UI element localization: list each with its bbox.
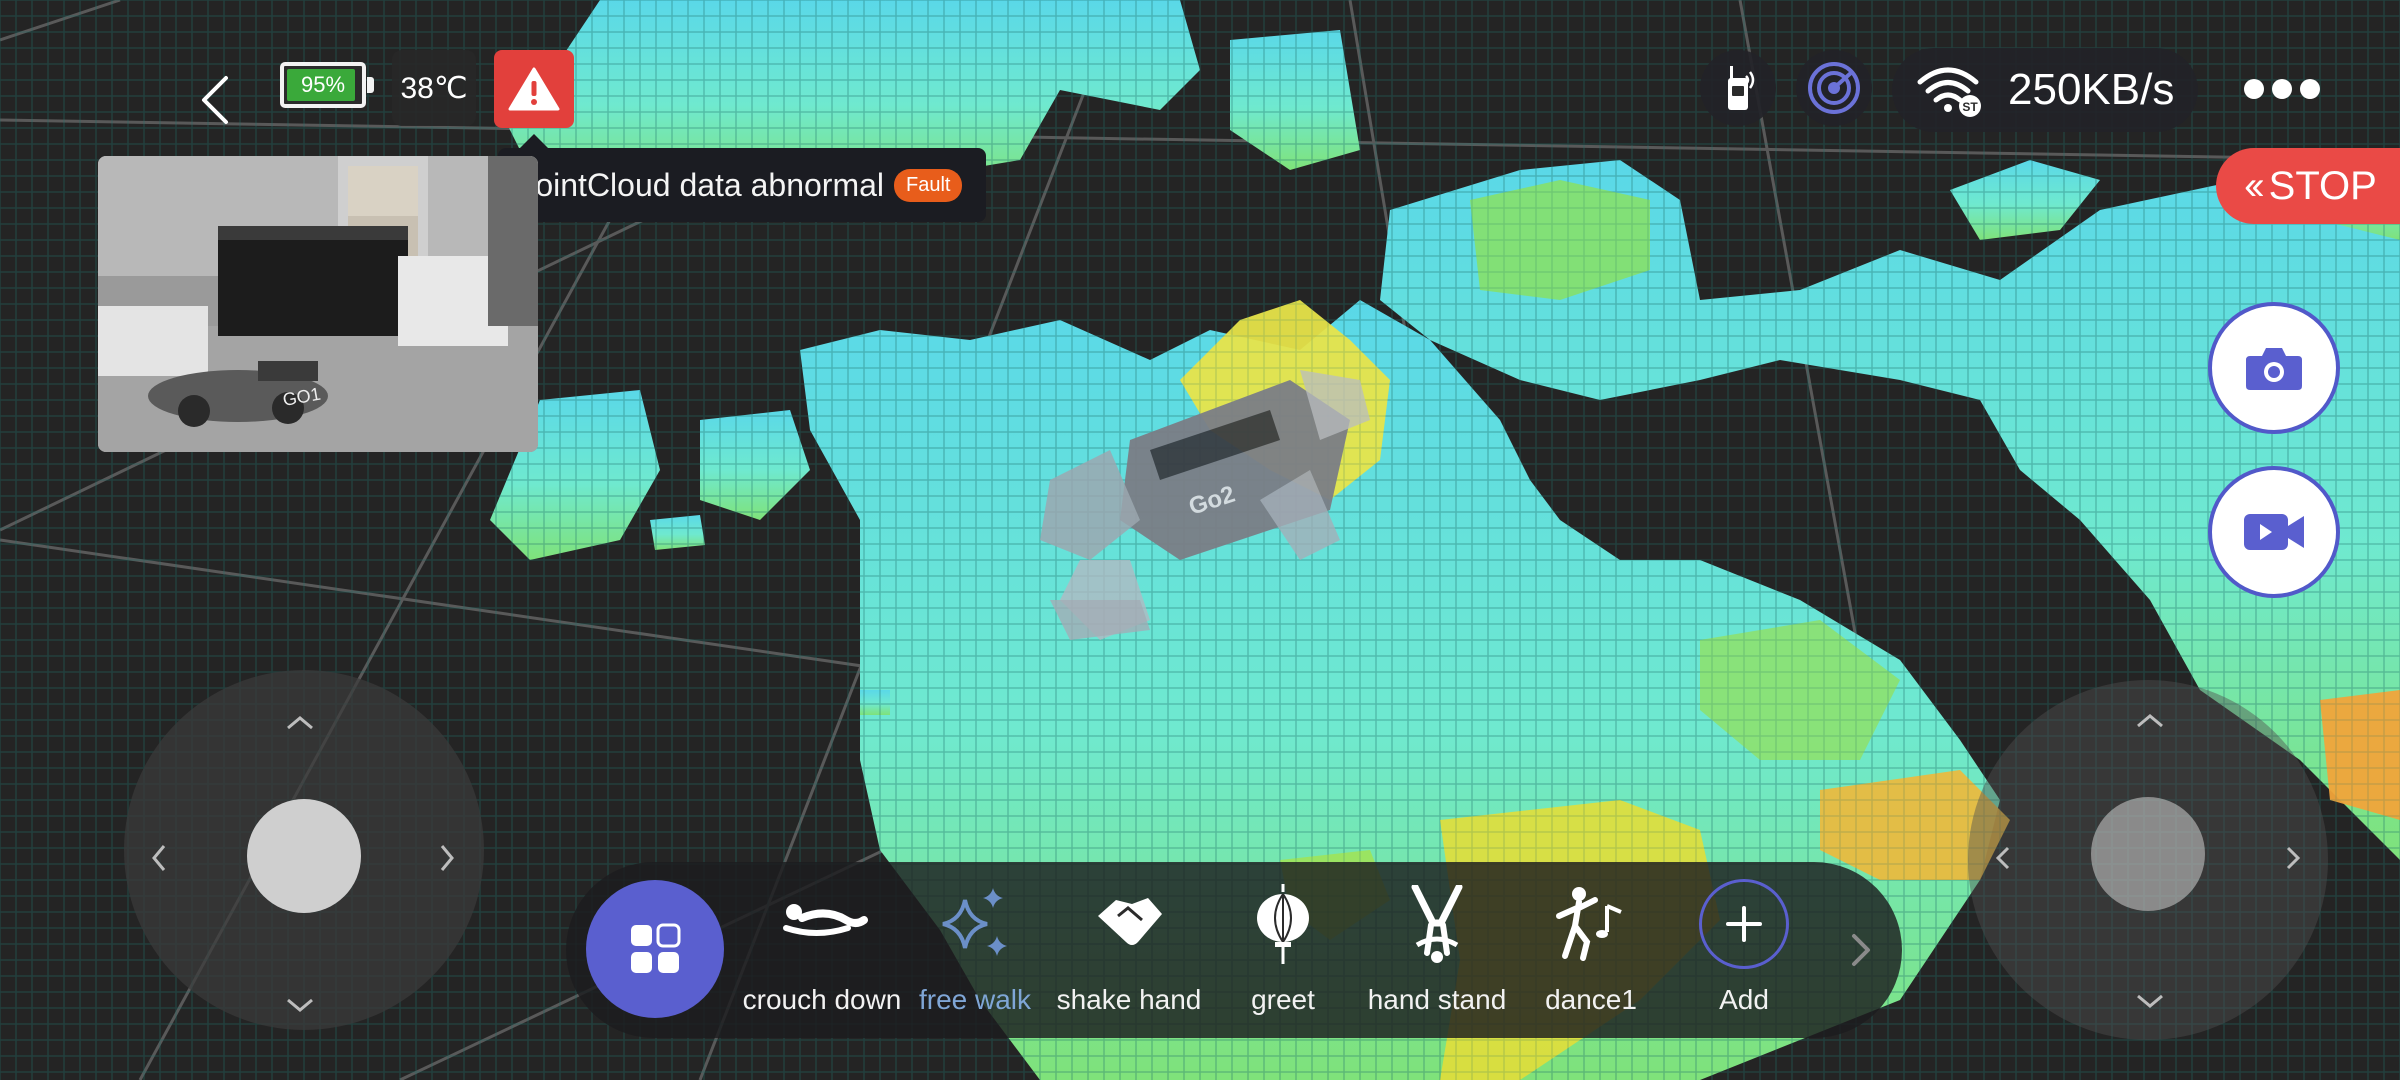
lantern-icon bbox=[1235, 884, 1331, 964]
action-dance1[interactable]: dance1 bbox=[1514, 884, 1668, 1024]
plus-icon bbox=[1699, 879, 1789, 969]
record-video-button[interactable] bbox=[2208, 466, 2340, 598]
stop-button[interactable]: ‹‹ STOP bbox=[2216, 148, 2400, 224]
handstand-icon bbox=[1389, 884, 1485, 964]
grid-apps-icon bbox=[631, 923, 681, 973]
remote-control-button[interactable] bbox=[1700, 50, 1776, 126]
camera-preview[interactable]: GO1 bbox=[98, 156, 538, 452]
action-label: free walk bbox=[918, 984, 1032, 1015]
stop-label: STOP bbox=[2268, 163, 2377, 208]
joystick-arrows-icon bbox=[152, 716, 454, 1012]
fault-badge: Fault bbox=[894, 168, 963, 202]
battery-indicator: 95% bbox=[280, 62, 374, 108]
right-joystick[interactable] bbox=[1968, 680, 2328, 1040]
dance-icon bbox=[1543, 884, 1639, 964]
take-photo-button[interactable] bbox=[2208, 302, 2340, 434]
temperature-readout: 38℃ bbox=[392, 50, 476, 126]
more-dot bbox=[2272, 79, 2292, 99]
crouch-icon bbox=[774, 884, 870, 964]
network-speed: 250KB/s bbox=[2008, 65, 2175, 114]
more-options-button[interactable] bbox=[2244, 72, 2324, 106]
handshake-icon bbox=[1081, 884, 1177, 964]
camera-feed-image: GO1 bbox=[98, 156, 538, 452]
network-status[interactable]: ST 250KB/s bbox=[1892, 48, 2198, 132]
action-shake-hand[interactable]: shake hand bbox=[1052, 884, 1206, 1024]
video-camera-icon bbox=[2244, 514, 2304, 550]
back-button[interactable] bbox=[196, 72, 236, 128]
action-greet[interactable]: greet bbox=[1206, 884, 1360, 1024]
action-label: hand stand bbox=[1367, 984, 1507, 1015]
radar-icon bbox=[1808, 62, 1860, 114]
warning-icon bbox=[508, 67, 560, 111]
walkie-talkie-icon bbox=[1728, 66, 1755, 110]
double-chevron-left-icon: ‹‹ bbox=[2244, 163, 2264, 208]
battery-percent: 95% bbox=[300, 72, 346, 97]
action-label: greet bbox=[1251, 984, 1315, 1015]
add-action-button[interactable] bbox=[1696, 879, 1792, 969]
more-dot bbox=[2300, 79, 2320, 99]
alert-message: PointCloud data abnormal bbox=[514, 166, 885, 203]
wifi-icon: ST bbox=[1917, 67, 1981, 117]
action-hand-stand[interactable]: hand stand bbox=[1360, 884, 1514, 1024]
action-label: crouch down bbox=[742, 984, 902, 1015]
action-crouch-down[interactable]: crouch down bbox=[742, 884, 902, 1024]
wifi-badge: ST bbox=[1962, 100, 1978, 114]
battery-nub bbox=[367, 77, 374, 93]
alert-tooltip: PointCloud data abnormal Fault bbox=[498, 134, 986, 222]
action-add[interactable]: Add bbox=[1667, 879, 1821, 1024]
warning-button[interactable] bbox=[494, 50, 574, 128]
radar-button[interactable] bbox=[1796, 50, 1872, 126]
sparkle-icon bbox=[927, 884, 1023, 964]
more-dot bbox=[2244, 79, 2264, 99]
camera-icon bbox=[2246, 348, 2302, 390]
action-label: Add bbox=[1719, 984, 1769, 1015]
left-joystick[interactable] bbox=[124, 670, 484, 1030]
action-label: shake hand bbox=[1056, 984, 1202, 1015]
action-label: dance1 bbox=[1545, 984, 1637, 1015]
actions-menu-button[interactable] bbox=[586, 880, 724, 1018]
joystick-arrows-icon bbox=[1995, 714, 2301, 1008]
chevron-right-icon[interactable] bbox=[1846, 930, 1876, 970]
action-free-walk[interactable]: free walk bbox=[898, 884, 1052, 1024]
